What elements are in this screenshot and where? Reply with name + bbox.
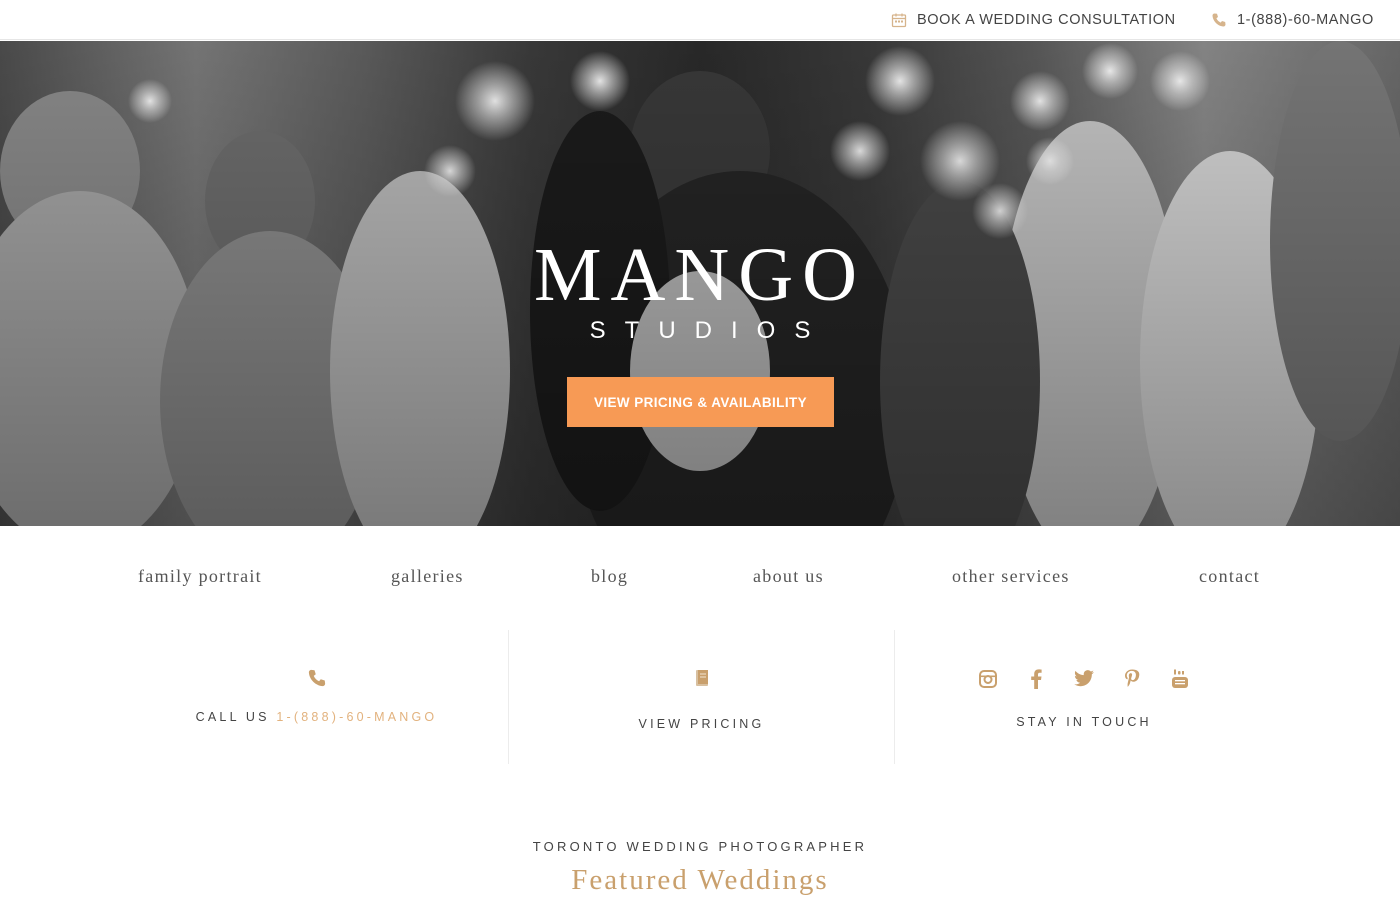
nav-item-blog[interactable]: blog <box>591 566 628 587</box>
book-consultation-label: BOOK A WEDDING CONSULTATION <box>917 12 1176 28</box>
info-strip: CALL US 1-(888)-60-MANGO VIEW PRICING ST… <box>125 630 1275 764</box>
twitter-icon[interactable] <box>1073 668 1095 690</box>
pinterest-icon[interactable] <box>1121 668 1143 690</box>
logo-sub-text: STUDIOS <box>589 317 830 344</box>
instagram-icon[interactable] <box>977 668 999 690</box>
logo-main-text: MANGO <box>533 233 867 317</box>
calendar-icon <box>891 12 907 28</box>
section-eyebrow: TORONTO WEDDING PHOTOGRAPHER <box>532 839 868 854</box>
call-us-column[interactable]: CALL US 1-(888)-60-MANGO <box>125 630 508 764</box>
top-bar: BOOK A WEDDING CONSULTATION 1-(888)-60-M… <box>0 0 1400 40</box>
nav-item-galleries[interactable]: galleries <box>391 566 464 587</box>
hero-section: MANGO STUDIOS VIEW PRICING & AVAILABILIT… <box>0 41 1400 526</box>
call-us-label: CALL US 1-(888)-60-MANGO <box>125 710 508 724</box>
stay-in-touch-column: STAY IN TOUCH <box>893 630 1275 764</box>
phone-icon <box>307 668 327 693</box>
view-pricing-availability-button[interactable]: VIEW PRICING & AVAILABILITY <box>567 377 834 427</box>
call-us-number[interactable]: 1-(888)-60-MANGO <box>276 710 437 724</box>
social-icons <box>893 668 1275 690</box>
featured-weddings-heading: Featured Weddings <box>571 864 829 896</box>
nav-item-about-us[interactable]: about us <box>753 566 824 587</box>
phone-icon <box>1211 12 1227 28</box>
youtube-icon[interactable] <box>1169 668 1191 690</box>
nav-item-other-services[interactable]: other services <box>952 566 1070 587</box>
view-pricing-label: VIEW PRICING <box>638 717 765 731</box>
main-nav: family portrait galleries blog about us … <box>0 556 1400 600</box>
facebook-icon[interactable] <box>1025 668 1047 690</box>
view-pricing-column[interactable]: VIEW PRICING <box>508 630 895 764</box>
topbar-phone-link[interactable]: 1-(888)-60-MANGO <box>1211 0 1374 40</box>
topbar-phone-label: 1-(888)-60-MANGO <box>1237 12 1374 28</box>
nav-item-contact[interactable]: contact <box>1199 566 1260 587</box>
mango-studios-logo[interactable]: MANGO STUDIOS <box>0 237 1400 345</box>
stay-in-touch-label: STAY IN TOUCH <box>1016 715 1152 729</box>
book-consultation-link[interactable]: BOOK A WEDDING CONSULTATION <box>891 0 1176 40</box>
call-us-prefix: CALL US <box>195 710 270 724</box>
nav-item-family-portrait[interactable]: family portrait <box>138 566 262 587</box>
book-icon <box>692 668 712 693</box>
